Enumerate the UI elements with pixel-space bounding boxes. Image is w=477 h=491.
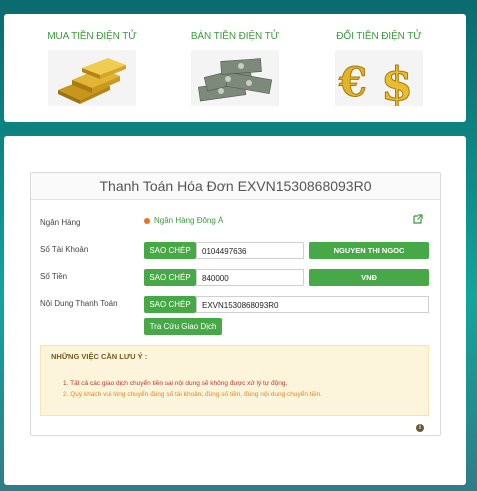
payment-title: Thanh Toán Hóa Đơn EXVN1530868093R0 (31, 173, 440, 200)
account-label: Số Tài Khoản (40, 245, 89, 254)
gold-bars-icon[interactable] (48, 50, 136, 106)
notes-title: NHỮNG VIỆC CẦN LƯU Ý : (51, 352, 148, 361)
copy-account-button[interactable]: SAO CHÉP (144, 242, 196, 259)
service-exchange[interactable]: ĐỔI TIỀN ĐIỆN TỬ € $ (324, 30, 434, 106)
currency-exchange-icon[interactable]: € $ (335, 50, 423, 106)
notes-box: NHỮNG VIỆC CẦN LƯU Ý : 1. Tất cả các gia… (40, 345, 429, 416)
note-item-1: 1. Tất cả các giao dịch chuyển tiền sai … (63, 380, 288, 387)
track-transaction-button[interactable]: Tra Cứu Giao Dịch (144, 318, 222, 335)
account-holder-badge[interactable]: NGUYEN THI NGOC (309, 242, 429, 259)
bank-name-text: Ngân Hàng Đông Á (154, 216, 224, 225)
content-label: Nội Dung Thanh Toán (40, 299, 118, 308)
svg-text:€: € (338, 59, 367, 106)
service-sell[interactable]: BÁN TIỀN ĐIỆN TỬ (180, 30, 290, 106)
service-buy-label[interactable]: MUA TIỀN ĐIỆN TỬ (37, 30, 147, 44)
external-link-icon[interactable] (413, 214, 423, 224)
amount-field[interactable]: 840000 (196, 269, 304, 286)
account-number-field[interactable]: 0104497636 (196, 242, 304, 259)
services-card: MUA TIỀN ĐIỆN TỬ BÁN TIỀN ĐIỆN TỬ ĐỔI TI… (4, 14, 466, 122)
payment-card: Thanh Toán Hóa Đơn EXVN1530868093R0 Ngân… (4, 136, 466, 485)
bank-name: Ngân Hàng Đông Á (144, 216, 223, 225)
copy-content-button[interactable]: SAO CHÉP (144, 296, 196, 313)
svg-text:$: $ (381, 57, 413, 106)
currency-badge[interactable]: VNĐ (309, 269, 429, 286)
service-exchange-label[interactable]: ĐỔI TIỀN ĐIỆN TỬ (324, 30, 434, 44)
payment-panel: Thanh Toán Hóa Đơn EXVN1530868093R0 Ngân… (30, 172, 441, 436)
money-stack-icon[interactable] (191, 50, 279, 106)
bank-logo-icon (144, 217, 150, 224)
note-item-2: 2. Quý khách vui lòng chuyển đúng số tài… (63, 391, 323, 398)
service-buy[interactable]: MUA TIỀN ĐIỆN TỬ (37, 30, 147, 106)
info-icon[interactable]: i (416, 424, 424, 432)
service-sell-label[interactable]: BÁN TIỀN ĐIỆN TỬ (180, 30, 290, 44)
copy-amount-button[interactable]: SAO CHÉP (144, 269, 196, 286)
content-field[interactable]: EXVN1530868093R0 (196, 296, 429, 313)
amount-label: Số Tiền (40, 272, 68, 281)
bank-label: Ngân Hàng (40, 218, 81, 227)
